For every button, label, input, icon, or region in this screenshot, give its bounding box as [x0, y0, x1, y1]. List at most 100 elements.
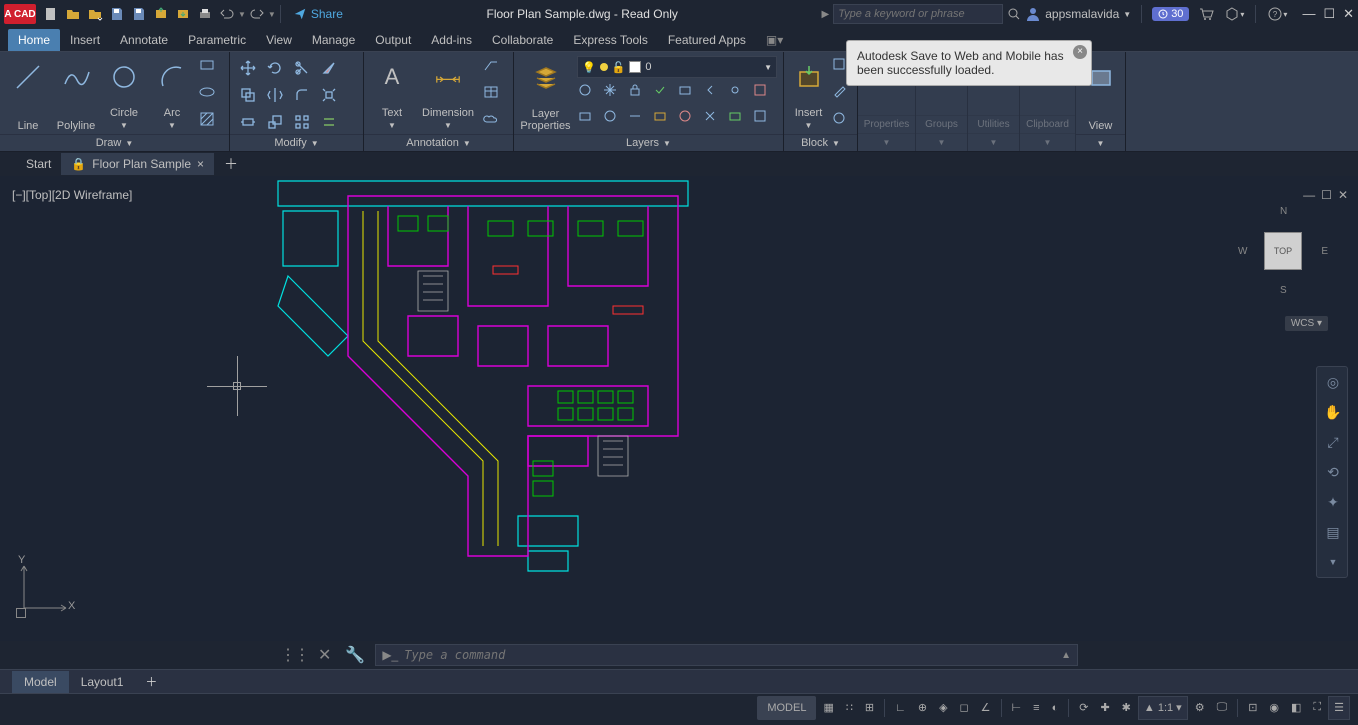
status-ws-icon[interactable]: ⚙ [1190, 696, 1210, 720]
stretch-icon[interactable] [236, 110, 260, 134]
open-web-icon[interactable] [172, 3, 194, 25]
rotate-icon[interactable] [263, 56, 287, 80]
line-button[interactable]: Line [6, 56, 50, 134]
layer-match-icon[interactable] [677, 82, 699, 104]
ribbon-tab-more[interactable]: ▣▾ [756, 29, 776, 51]
circle-button[interactable]: Circle▼ [102, 56, 146, 134]
viewport-maximize-button[interactable]: ☐ [1321, 188, 1332, 202]
layer-tool-1-icon[interactable] [577, 108, 599, 130]
app-logo[interactable]: A CAD [4, 4, 36, 24]
layout-tab-model[interactable]: Model [12, 671, 69, 693]
layer-tool-3-icon[interactable] [627, 108, 649, 130]
saveas-icon[interactable] [128, 3, 150, 25]
status-qp-icon[interactable]: ✱ [1117, 696, 1136, 720]
layer-make-current-icon[interactable] [652, 82, 674, 104]
status-ortho-icon[interactable]: ∟ [890, 696, 911, 720]
help-search-input[interactable] [833, 4, 1003, 24]
insert-button[interactable]: Insert▼ [790, 56, 827, 134]
status-polar-icon[interactable]: ⊕ [913, 696, 932, 720]
new-icon[interactable] [40, 3, 62, 25]
viewport-label[interactable]: [−][Top][2D Wireframe] [12, 188, 132, 202]
status-monitor-icon[interactable]: 🖵 [1212, 696, 1233, 720]
file-tab-active[interactable]: 🔒 Floor Plan Sample × [61, 153, 214, 175]
undo-icon[interactable] [216, 3, 238, 25]
nav-zoom-extents-icon[interactable]: ⤢ [1317, 427, 1349, 457]
text-button[interactable]: AText▼ [370, 56, 414, 134]
viewport-close-button[interactable]: ✕ [1338, 188, 1348, 202]
layer-lock-button-icon[interactable] [627, 82, 649, 104]
command-input-wrapper[interactable]: ▶_ ▲ [375, 644, 1078, 666]
wcs-label[interactable]: WCS ▾ [1285, 316, 1328, 331]
status-iso-icon[interactable]: ◈ [934, 696, 952, 720]
scale-icon[interactable] [263, 110, 287, 134]
commandline-handle-icon[interactable]: ⋮⋮ [280, 645, 308, 665]
minimize-button[interactable]: — [1302, 6, 1315, 22]
ribbon-tab-manage[interactable]: Manage [302, 29, 365, 51]
status-customize-button[interactable]: ☰ [1328, 696, 1350, 720]
nav-more-icon[interactable]: ▤ [1317, 517, 1349, 547]
nav-pan-icon[interactable]: ✋ [1317, 397, 1349, 427]
trial-days-badge[interactable]: 30 [1152, 7, 1189, 21]
nav-orbit-icon[interactable]: ⟲ [1317, 457, 1349, 487]
mirror-icon[interactable] [263, 83, 287, 107]
leader-icon[interactable] [482, 56, 506, 80]
nav-showmotion-icon[interactable]: ✦ [1317, 487, 1349, 517]
layer-tool-8-icon[interactable] [752, 108, 774, 130]
save-web-icon[interactable] [150, 3, 172, 25]
layer-tool-5-icon[interactable] [677, 108, 699, 130]
layer-properties-button[interactable]: Layer Properties [520, 56, 571, 134]
maximize-button[interactable]: ☐ [1323, 6, 1335, 22]
ellipse-icon[interactable] [198, 83, 222, 107]
block-edit-icon[interactable] [831, 83, 851, 107]
new-layout-button[interactable]: ＋ [135, 669, 167, 694]
nav-wheel-icon[interactable]: ◎ [1317, 367, 1349, 397]
open-dropdown-icon[interactable] [84, 3, 106, 25]
undo-dropdown[interactable]: ▼ [238, 10, 246, 19]
layer-off-icon[interactable] [577, 82, 599, 104]
search-prev-icon[interactable]: ▶ [822, 9, 830, 20]
layout-tab-layout1[interactable]: Layout1 [69, 671, 136, 693]
help-icon[interactable]: ?▾ [1266, 3, 1288, 25]
polyline-button[interactable]: Polyline [54, 56, 98, 134]
ribbon-tab-view[interactable]: View [256, 29, 302, 51]
status-osnap-icon[interactable]: ◻ [955, 696, 974, 720]
panel-block-title[interactable]: Block▼ [784, 134, 857, 151]
layer-tool-6-icon[interactable] [702, 108, 724, 130]
open-icon[interactable] [62, 3, 84, 25]
table-icon[interactable] [482, 83, 506, 107]
status-3dosnap-icon[interactable]: ∠ [976, 696, 996, 720]
block-attr-icon[interactable] [831, 110, 851, 134]
share-button[interactable]: Share [293, 7, 343, 21]
commandline-close-icon[interactable]: ✕ [314, 645, 335, 665]
layer-tool-4-icon[interactable] [652, 108, 674, 130]
panel-draw-title[interactable]: Draw▼ [0, 134, 229, 151]
search-icon[interactable] [1003, 3, 1025, 25]
viewcube-top-face[interactable]: TOP [1264, 232, 1302, 270]
array-icon[interactable] [290, 110, 314, 134]
ribbon-tab-collaborate[interactable]: Collaborate [482, 29, 563, 51]
move-icon[interactable] [236, 56, 260, 80]
arc-button[interactable]: Arc▼ [150, 56, 194, 134]
ribbon-tab-output[interactable]: Output [365, 29, 421, 51]
status-hardware-icon[interactable]: ◉ [1264, 696, 1284, 720]
save-icon[interactable] [106, 3, 128, 25]
offset-icon[interactable] [317, 110, 341, 134]
status-transparency-icon[interactable]: ◐ [1047, 696, 1064, 720]
nav-expand-icon[interactable]: ▼ [1317, 547, 1349, 577]
layer-tool-2-icon[interactable] [602, 108, 624, 130]
dimension-button[interactable]: Dimension▼ [418, 56, 478, 134]
command-input[interactable] [404, 648, 1055, 662]
command-history-button[interactable]: ▲ [1061, 650, 1071, 661]
close-button[interactable]: ✕ [1343, 6, 1354, 22]
status-annoscale-button[interactable]: ▲ 1:1 ▾ [1138, 696, 1188, 720]
explode-icon[interactable] [317, 83, 341, 107]
erase-icon[interactable] [317, 56, 341, 80]
copy-icon[interactable] [236, 83, 260, 107]
layer-iso-icon[interactable] [727, 82, 749, 104]
autodesk-app-icon[interactable]: ▾ [1223, 3, 1245, 25]
redo-dropdown[interactable]: ▼ [268, 10, 276, 19]
layer-prev-icon[interactable] [702, 82, 724, 104]
status-cycling-icon[interactable]: ⟳ [1074, 696, 1093, 720]
status-model-button[interactable]: MODEL [757, 696, 816, 720]
status-infer-icon[interactable]: ⊞ [860, 696, 879, 720]
